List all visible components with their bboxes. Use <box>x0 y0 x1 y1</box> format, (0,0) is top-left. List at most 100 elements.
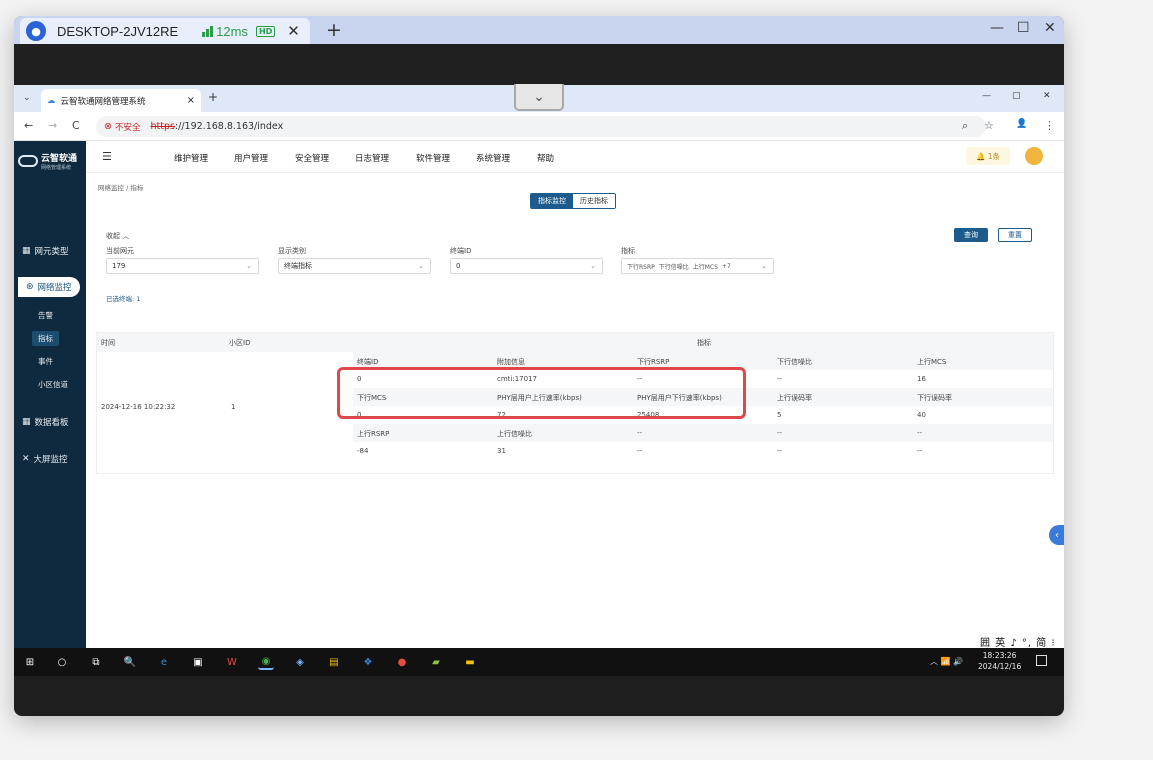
menu-toggle-icon[interactable]: ☰ <box>102 150 112 163</box>
metric-more-tag[interactable]: +7 <box>722 263 731 270</box>
tab-search-icon[interactable]: ⌄ <box>23 93 31 103</box>
security-label[interactable]: 不安全 <box>115 121 141 133</box>
nav-help[interactable]: 帮助 <box>537 152 554 164</box>
sub-cell: -- <box>777 429 783 437</box>
clock-time: 18:23:26 <box>982 651 1017 660</box>
sub-data-row: -84 31 -- -- -- <box>353 442 1053 460</box>
add-session-icon[interactable]: + <box>326 19 342 41</box>
hd-badge: HD <box>255 25 276 37</box>
nav-system[interactable]: 系统管理 <box>476 152 510 164</box>
ne-select[interactable]: 179 ⌄ <box>106 258 259 274</box>
url-text: ://192.168.8.163/index <box>174 121 284 132</box>
red-app-icon[interactable]: ● <box>394 654 410 670</box>
tab-metric-history[interactable]: 历史指标 <box>573 194 615 208</box>
browser-address-row: ← → C ⊗ 不安全 https ://192.168.8.163/index… <box>14 112 1064 141</box>
system-tray[interactable]: ︿ 📶 🔊 <box>930 656 963 667</box>
chrome-icon[interactable]: ◉ <box>258 654 274 670</box>
bookmark-star-icon[interactable]: ☆ <box>984 119 994 132</box>
url-scheme: https <box>150 121 175 132</box>
more-menu-icon[interactable]: ⋮ <box>1044 119 1055 132</box>
avatar[interactable] <box>1025 147 1043 165</box>
zoom-icon[interactable]: ⌕ <box>962 119 968 133</box>
sidebar-sub-alarm[interactable]: 告警 <box>38 310 53 321</box>
sub-cell: 下行信噪比 <box>777 358 812 366</box>
sidebar-sub-event[interactable]: 事件 <box>38 356 53 367</box>
collapse-toggle[interactable]: 收起 ︿ <box>106 231 129 241</box>
query-button[interactable]: 查询 <box>954 228 988 242</box>
address-bar[interactable]: ⊗ 不安全 https ://192.168.8.163/index <box>96 116 986 137</box>
sub-cell: -- <box>637 447 643 455</box>
sub-cell: -- <box>777 375 783 383</box>
virtualbox-icon[interactable]: ◈ <box>292 654 308 670</box>
nav-maintenance[interactable]: 维护管理 <box>174 152 208 164</box>
green-app-icon[interactable]: ▰ <box>428 654 444 670</box>
forward-icon[interactable]: → <box>48 119 57 132</box>
task-view-icon[interactable]: ⧉ <box>88 654 104 670</box>
table-header: 时间 小区ID 指标 <box>97 333 1053 352</box>
network-app-icon[interactable]: ▣ <box>190 654 206 670</box>
metric-tag[interactable]: 下行RSRP <box>627 262 655 271</box>
latency-value: 12ms <box>216 23 248 39</box>
minimize-icon[interactable]: — <box>990 20 1004 36</box>
category-select[interactable]: 终端指标 ⌄ <box>278 258 431 274</box>
browser-tab[interactable]: ☁ 云智软通网络管理系统 × <box>41 89 201 112</box>
row-time: 2024-12-16 10:22:32 <box>101 403 176 411</box>
cortana-icon[interactable]: ○ <box>54 654 70 670</box>
selected-terminal-count[interactable]: 已选终端: 1 <box>106 293 140 303</box>
grid-icon: ▦ <box>22 246 31 256</box>
start-icon[interactable]: ⊞ <box>22 654 38 670</box>
nav-security[interactable]: 安全管理 <box>295 152 329 164</box>
taskbar: ⊞ ○ ⧉ 🔍 e ▣ W ◉ ◈ ▤ ❖ ● ▰ ▬ ︿ 📶 🔊 18:23:… <box>14 648 1064 676</box>
sidebar-sub-cell-channel[interactable]: 小区信道 <box>38 379 68 390</box>
nav-logs[interactable]: 日志管理 <box>355 152 389 164</box>
clock[interactable]: 18:23:26 2024/12/16 <box>978 650 1021 672</box>
category-select-value: 终端指标 <box>284 262 312 270</box>
tool-app-icon[interactable]: ❖ <box>360 654 376 670</box>
browser-close-icon[interactable]: ✕ <box>1043 91 1051 101</box>
close-session-icon[interactable]: ✕ <box>287 22 300 40</box>
ime-toolbar[interactable]: 囲 英 ♪ °, 简 ⁝ <box>980 634 1056 649</box>
sidebar-item-dashboard[interactable]: ▦ 数据看板 <box>14 412 86 432</box>
sub-cell: -- <box>777 447 783 455</box>
profile-icon[interactable]: 👤 <box>1016 119 1027 129</box>
notification-badge[interactable]: 🔔 1条 <box>966 147 1010 165</box>
remote-host-name: DESKTOP-2JV12RE <box>57 23 179 39</box>
browser-minimize-icon[interactable]: — <box>982 91 991 101</box>
monitor-icon: ⊛ <box>26 282 34 292</box>
wps-icon[interactable]: W <box>224 654 240 670</box>
nav-software[interactable]: 软件管理 <box>416 152 450 164</box>
terminal-select[interactable]: 0 ⌄ <box>450 258 603 274</box>
metric-tag[interactable]: 上行MCS <box>693 262 718 271</box>
tab-close-icon[interactable]: × <box>187 95 195 106</box>
sidebar-item-ne-type[interactable]: ▦ 网元类型 <box>14 241 86 261</box>
search-icon[interactable]: 🔍 <box>122 654 138 670</box>
remote-desktop-window: ● DESKTOP-2JV12RE 12ms HD ✕ + — ☐ ✕ ⌄ ⌄ … <box>14 16 1064 716</box>
back-icon[interactable]: ← <box>24 119 33 132</box>
bigscreen-icon: ✕ <box>22 454 30 464</box>
metric-multiselect[interactable]: 下行RSRP 下行信噪比 上行MCS +7 ⌄ <box>621 258 774 274</box>
notes-app-icon[interactable]: ▤ <box>326 654 342 670</box>
remote-session-tab[interactable]: ● DESKTOP-2JV12RE 12ms HD ✕ <box>20 18 310 44</box>
row-cell-id: 1 <box>231 403 236 411</box>
browser-maximize-icon[interactable]: ▢ <box>1012 91 1021 101</box>
new-tab-icon[interactable]: + <box>208 90 218 104</box>
reload-icon[interactable]: C <box>72 119 80 132</box>
sub-cell: 附加信息 <box>497 358 525 366</box>
sidebar-sub-metrics[interactable]: 指标 <box>32 331 59 346</box>
nav-users[interactable]: 用户管理 <box>234 152 268 164</box>
chevron-down-icon[interactable]: ⌄ <box>514 84 564 111</box>
chevron-down-icon: ⌄ <box>590 262 596 270</box>
edge-icon[interactable]: e <box>156 654 172 670</box>
sidebar-item-bigscreen[interactable]: ✕ 大屏监控 <box>14 449 86 469</box>
notification-center-icon[interactable] <box>1036 655 1047 666</box>
sidebar-item-network-monitor[interactable]: ⊛ 网络监控 <box>18 277 80 297</box>
filter-label-metric: 指标 <box>621 247 635 255</box>
metric-tag[interactable]: 下行信噪比 <box>659 262 689 271</box>
maximize-icon[interactable]: ☐ <box>1017 20 1030 36</box>
close-window-icon[interactable]: ✕ <box>1044 20 1056 36</box>
tab-metric-monitor[interactable]: 指标监控 <box>531 194 573 208</box>
side-panel-toggle[interactable]: ‹ <box>1049 525 1064 545</box>
file-explorer-icon[interactable]: ▬ <box>462 654 478 670</box>
sub-cell: 下行RSRP <box>637 358 670 366</box>
reset-button[interactable]: 重置 <box>998 228 1032 242</box>
